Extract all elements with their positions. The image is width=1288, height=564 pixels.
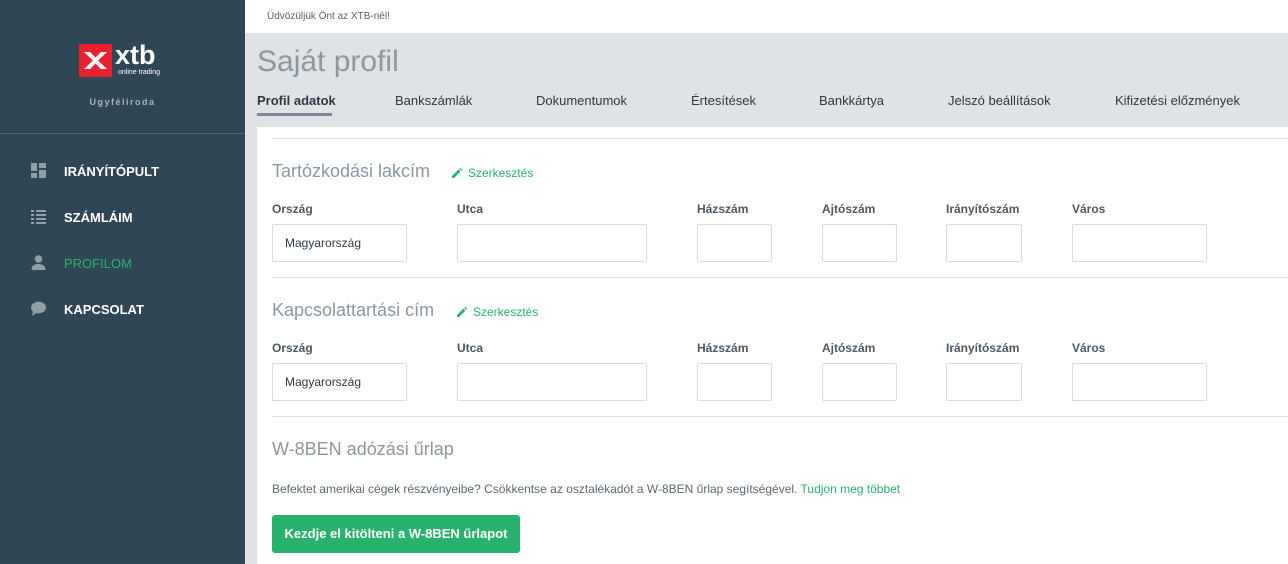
logo-wordmark: xtb — [115, 40, 156, 70]
w8ben-description: Befektet amerikai cégek részvényeibe? Cs… — [272, 482, 900, 496]
welcome-message: Üdvözüljük Önt az XTB-nél! — [267, 11, 390, 22]
section-divider — [272, 416, 1288, 417]
tab-notifications[interactable]: Értesítések — [691, 93, 756, 108]
door-number-label: Ajtószám — [822, 202, 876, 216]
w8ben-description-text: Befektet amerikai cégek részvényeibe? Cs… — [272, 482, 798, 496]
pencil-icon — [452, 167, 463, 178]
tab-payout-history[interactable]: Kifizetési előzmények — [1115, 93, 1240, 108]
sidebar-item-label: IRÁNYÍTÓPULT — [64, 164, 160, 179]
postal-code-label: Irányítószám — [946, 202, 1020, 216]
tab-profile-data[interactable]: Profil adatok — [257, 93, 336, 108]
house-number-label: Házszám — [697, 341, 749, 355]
learn-more-link[interactable]: Tudjon meg többet — [801, 482, 901, 496]
logo-subtitle: online trading — [118, 69, 161, 76]
contact-country-field[interactable]: Magyarország — [272, 363, 407, 401]
postal-code-label: Irányítószám — [946, 341, 1020, 355]
sidebar-item-contact[interactable]: KAPCSOLAT — [0, 294, 245, 324]
city-label: Város — [1072, 202, 1106, 216]
sidebar-item-label: SZÁMLÁIM — [64, 210, 133, 225]
section-divider — [272, 277, 1288, 278]
sidebar-item-label: KAPCSOLAT — [64, 302, 144, 317]
tab-bank-accounts[interactable]: Bankszámlák — [395, 93, 472, 108]
xtb-logo[interactable]: xtb online trading — [79, 40, 169, 78]
residence-country-field[interactable]: Magyarország — [272, 224, 407, 262]
street-label: Utca — [457, 341, 484, 355]
contact-street-field[interactable] — [457, 363, 647, 401]
contact-city-field[interactable] — [1072, 363, 1207, 401]
office-label: Ugyféliroda — [89, 97, 156, 107]
residence-postal-code-field[interactable] — [946, 224, 1022, 262]
start-w8ben-button[interactable]: Kezdje el kitölteni a W-8BEN űrlapot — [272, 515, 520, 553]
contact-postal-code-field[interactable] — [946, 363, 1022, 401]
residence-door-number-field[interactable] — [822, 224, 897, 262]
tab-bank-card[interactable]: Bankkártya — [819, 93, 884, 108]
country-label: Ország — [272, 341, 313, 355]
page-title: Saját profil — [257, 45, 399, 78]
contact-house-number-field[interactable] — [697, 363, 772, 401]
profile-content-card — [257, 127, 1288, 564]
city-label: Város — [1072, 341, 1106, 355]
residence-edit-link[interactable]: Szerkesztés — [451, 166, 533, 180]
sidebar-item-accounts[interactable]: SZÁMLÁIM — [0, 202, 245, 232]
edit-label: Szerkesztés — [468, 166, 534, 180]
sidebar-divider — [0, 133, 245, 134]
sidebar-item-label: PROFILOM — [64, 256, 132, 271]
contact-address-title: Kapcsolattartási cím — [272, 300, 435, 320]
country-label: Ország — [272, 202, 313, 216]
house-number-label: Házszám — [697, 202, 749, 216]
street-label: Utca — [457, 202, 484, 216]
tab-documents[interactable]: Dokumentumok — [536, 93, 627, 108]
dashboard-icon — [30, 162, 47, 179]
top-bar: Üdvözüljük Önt az XTB-nél! — [245, 0, 1288, 33]
residence-city-field[interactable] — [1072, 224, 1207, 262]
door-number-label: Ajtószám — [822, 341, 876, 355]
residence-street-field[interactable] — [457, 224, 647, 262]
contact-door-number-field[interactable] — [822, 363, 897, 401]
residence-house-number-field[interactable] — [697, 224, 772, 262]
tab-password-settings[interactable]: Jelszó beállítások — [948, 93, 1051, 108]
edit-label: Szerkesztés — [473, 305, 539, 319]
section-divider — [272, 138, 1288, 139]
user-icon — [30, 254, 47, 271]
sidebar: xtb online trading Ugyféliroda IRÁNYÍTÓP… — [0, 0, 245, 564]
active-tab-indicator — [257, 113, 332, 116]
chat-icon — [30, 300, 47, 317]
list-icon — [30, 208, 47, 225]
contact-edit-link[interactable]: Szerkesztés — [456, 305, 538, 319]
sidebar-item-dashboard[interactable]: IRÁNYÍTÓPULT — [0, 156, 245, 186]
xtb-logo-mark — [79, 44, 112, 77]
residence-address-title: Tartózkodási lakcím — [272, 161, 431, 181]
sidebar-item-profile[interactable]: PROFILOM — [0, 248, 245, 278]
pencil-icon — [457, 306, 468, 317]
w8ben-title: W-8BEN adózási űrlap — [272, 439, 454, 459]
